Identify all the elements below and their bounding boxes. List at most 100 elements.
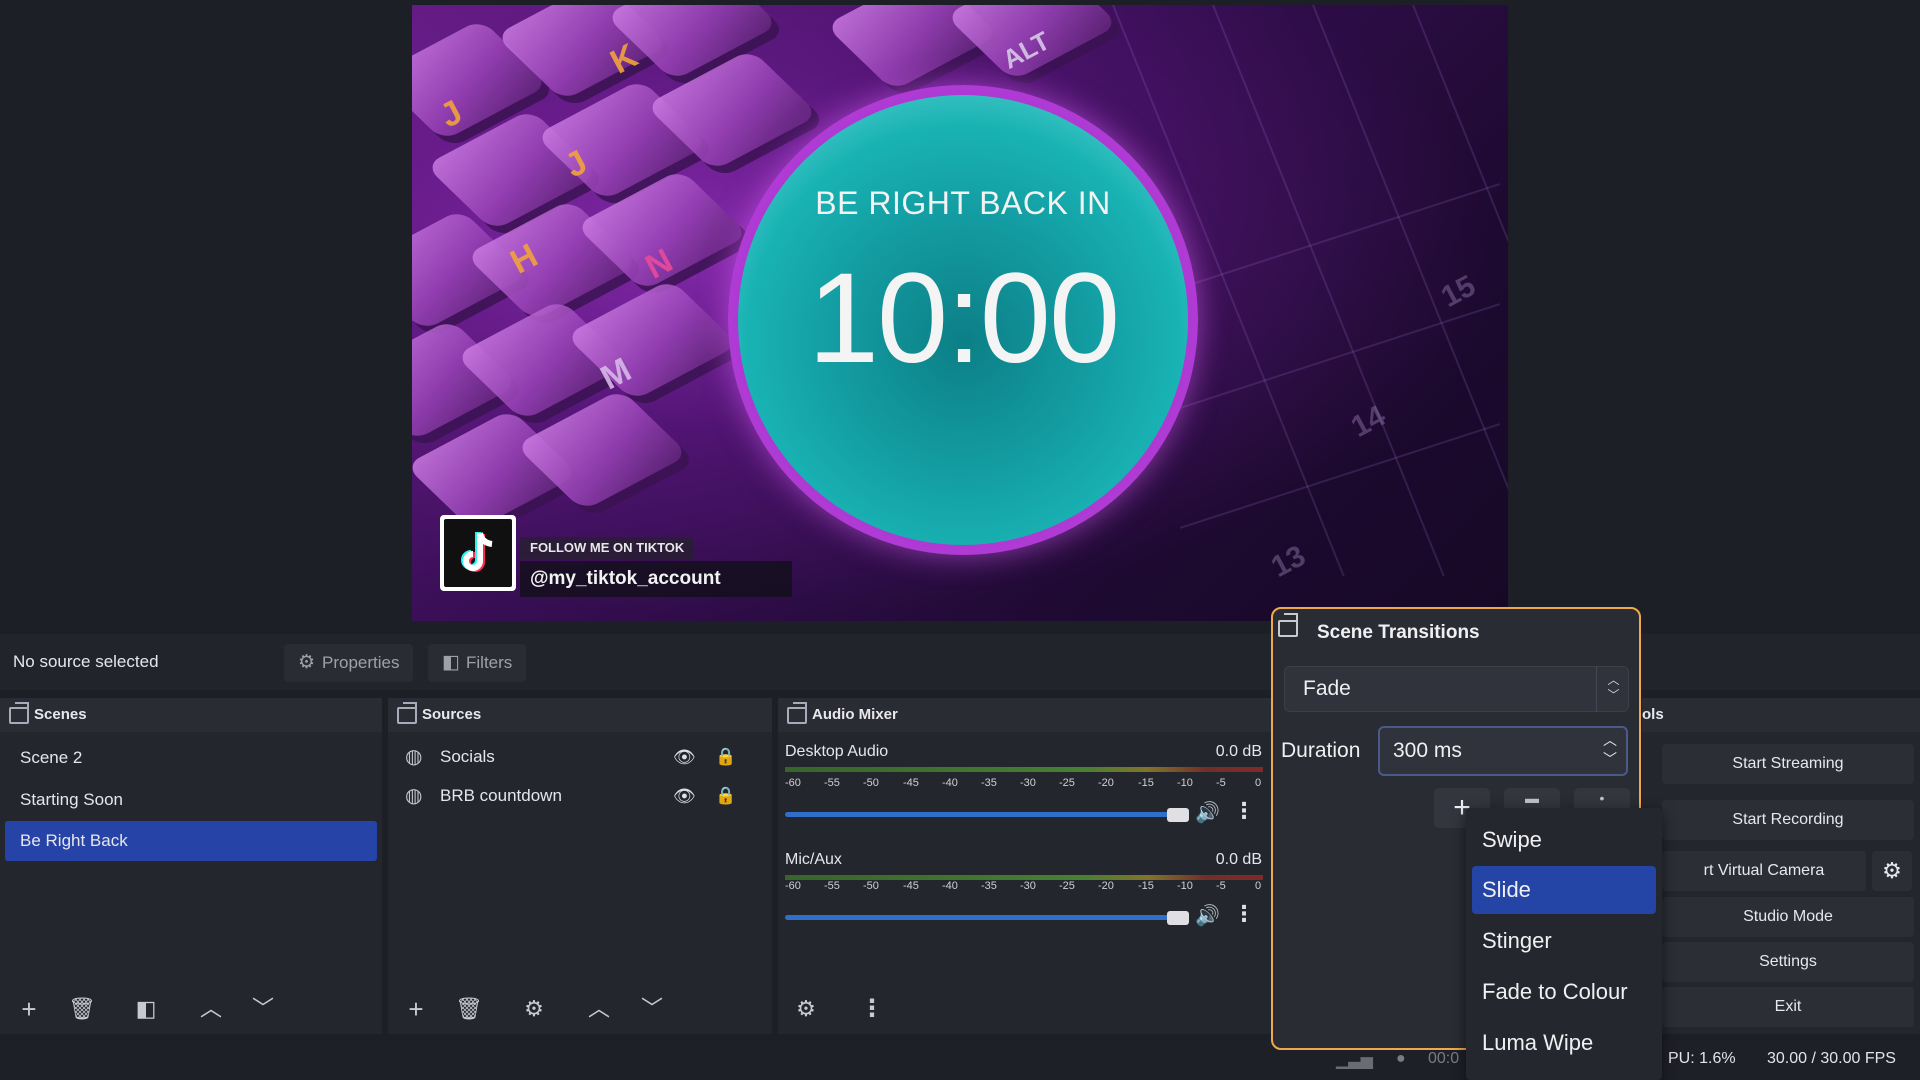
gears-icon: ⚙ [796, 996, 816, 1021]
filters-label: Filters [466, 653, 513, 672]
eye-icon[interactable]: 👁 [673, 776, 696, 816]
tiktok-icon [444, 519, 512, 587]
chevron-up-icon: ︿ [199, 996, 222, 1021]
move-scene-down-button[interactable]: ﹀ [243, 990, 283, 1028]
sources-header: Sources [388, 698, 772, 732]
audio-mixer-header: Audio Mixer [778, 698, 1272, 732]
gear-icon: ⚙ [524, 996, 544, 1021]
brb-heading: BE RIGHT BACK IN [815, 185, 1111, 221]
remove-scene-button[interactable]: 🗑 [62, 990, 102, 1028]
menu-item-fade-to-colour[interactable]: Fade to Colour [1472, 968, 1656, 1016]
scenes-header: Scenes [0, 698, 382, 732]
start-streaming-button[interactable]: Start Streaming [1662, 744, 1914, 784]
dock-undock-icon[interactable] [787, 702, 807, 724]
meter-tick-label: -25 [1059, 777, 1075, 789]
meter-tick-label: -50 [863, 777, 879, 789]
add-source-button[interactable]: + [396, 990, 436, 1028]
duration-label: Duration [1281, 739, 1361, 762]
meter-tick-label: -20 [1098, 880, 1114, 892]
fps-readout: 30.00 / 30.00 FPS [1767, 1050, 1896, 1067]
exit-button[interactable]: Exit [1662, 987, 1914, 1027]
dock-undock-icon-part [1284, 613, 1298, 624]
scene-item[interactable]: Scene 2 [5, 738, 377, 778]
grid-number: 14 [1345, 399, 1391, 444]
source-properties-button[interactable]: ⚙ [514, 990, 554, 1028]
grid-number: 15 [1435, 269, 1481, 314]
meter-tick-label: -35 [981, 880, 997, 892]
properties-button[interactable]: ⚙ Properties [284, 644, 414, 682]
menu-item-luma-wipe[interactable]: Luma Wipe [1472, 1019, 1656, 1067]
gear-icon: ⚙ [298, 652, 316, 673]
meter-tick-label: -40 [942, 880, 958, 892]
audio-mixer-title: Audio Mixer [812, 706, 898, 723]
select-arrows-icon[interactable]: ︿ ﹀ [1596, 666, 1630, 712]
lock-icon[interactable]: 🔒 [715, 737, 736, 777]
channel-db: 0.0 dB [1215, 743, 1262, 760]
speaker-icon[interactable]: 🔊 [1195, 903, 1220, 928]
volume-slider-handle[interactable] [1167, 808, 1189, 822]
filters-button[interactable]: ◧ Filters [428, 644, 527, 682]
meter-tick-label: -15 [1138, 880, 1154, 892]
meter-tick-label: -20 [1098, 777, 1114, 789]
advanced-audio-button[interactable]: ⚙ [786, 990, 826, 1028]
virtual-camera-settings-button[interactable]: ⚙ [1872, 851, 1912, 891]
chevron-down-icon: ﹀ [251, 996, 274, 1021]
meter-tick-label: -25 [1059, 880, 1075, 892]
filter-icon: ◧ [135, 996, 157, 1021]
studio-mode-button[interactable]: Studio Mode [1662, 897, 1914, 937]
meter-tick-label: -60 [785, 880, 801, 892]
transition-properties-button[interactable]: • [1574, 788, 1630, 808]
scenes-title: Scenes [34, 706, 87, 723]
controls-header: ols [1642, 698, 1920, 732]
volume-slider[interactable] [785, 812, 1181, 817]
social-handle: @my_tiktok_account [520, 561, 792, 597]
move-source-up-button[interactable]: ︿ [579, 990, 619, 1028]
volume-slider-handle[interactable] [1167, 911, 1189, 925]
lock-icon[interactable]: 🔒 [715, 776, 736, 816]
kebab-menu-icon[interactable]: ⋮ [1233, 901, 1255, 927]
meter-tick-label: -10 [1177, 880, 1193, 892]
source-item[interactable]: ◍ BRB countdown 👁 🔒 [395, 776, 765, 816]
virtual-camera-button[interactable]: rt Virtual Camera [1662, 851, 1866, 891]
menu-item-slide[interactable]: Slide [1472, 866, 1656, 914]
move-source-down-button[interactable]: ﹀ [632, 990, 672, 1028]
speaker-icon[interactable]: 🔊 [1195, 800, 1220, 825]
transition-type-select[interactable]: Fade [1284, 666, 1629, 712]
gear-icon: ⚙ [1882, 858, 1902, 883]
settings-button[interactable]: Settings [1662, 942, 1914, 982]
trash-icon: 🗑 [68, 996, 96, 1021]
channel-name: Mic/Aux [785, 851, 842, 868]
follow-label: FOLLOW ME ON TIKTOK [520, 537, 695, 559]
duration-spinbox[interactable]: 300 ms [1378, 726, 1628, 776]
preview-canvas[interactable]: J J K H N M ALT 15 14 13 BE RIGHT BACK I… [412, 5, 1508, 621]
plus-icon: + [21, 994, 37, 1024]
volume-slider[interactable] [785, 915, 1181, 920]
scene-item[interactable]: Starting Soon [5, 780, 377, 820]
meter-tick-label: -40 [942, 777, 958, 789]
menu-item-swipe[interactable]: Swipe [1472, 816, 1656, 864]
dock-undock-icon[interactable] [9, 702, 29, 724]
start-recording-button[interactable]: Start Recording [1662, 800, 1914, 840]
scene-item-label: Starting Soon [20, 790, 124, 809]
menu-item-stinger[interactable]: Stinger [1472, 917, 1656, 965]
scene-filters-button[interactable]: ◧ [126, 990, 166, 1028]
browser-source-icon: ◍ [405, 746, 423, 768]
channel-db: 0.0 dB [1215, 851, 1262, 868]
dock-undock-icon[interactable] [397, 702, 417, 724]
move-scene-up-button[interactable]: ︿ [191, 990, 231, 1028]
duration-stepper[interactable]: ︿ ﹀ [1595, 731, 1625, 773]
meter-tick-label: -60 [785, 777, 801, 789]
volume-meter [785, 767, 1263, 772]
grid-line [1179, 423, 1501, 529]
audio-menu-button[interactable]: ⋮ [852, 990, 892, 1028]
eye-icon[interactable]: 👁 [673, 737, 696, 777]
remove-transition-button[interactable]: ▬ [1504, 788, 1560, 808]
scene-item-selected[interactable]: Be Right Back [5, 821, 377, 861]
kebab-menu-icon[interactable]: ⋮ [1233, 798, 1255, 824]
remove-source-button[interactable]: 🗑 [449, 990, 489, 1028]
meter-tick-label: -45 [903, 880, 919, 892]
add-scene-button[interactable]: + [9, 990, 49, 1028]
source-item[interactable]: ◍ Socials 👁 🔒 [395, 737, 765, 777]
meter-tick-label: -5 [1216, 880, 1226, 892]
scene-item-label: Be Right Back [20, 831, 128, 850]
